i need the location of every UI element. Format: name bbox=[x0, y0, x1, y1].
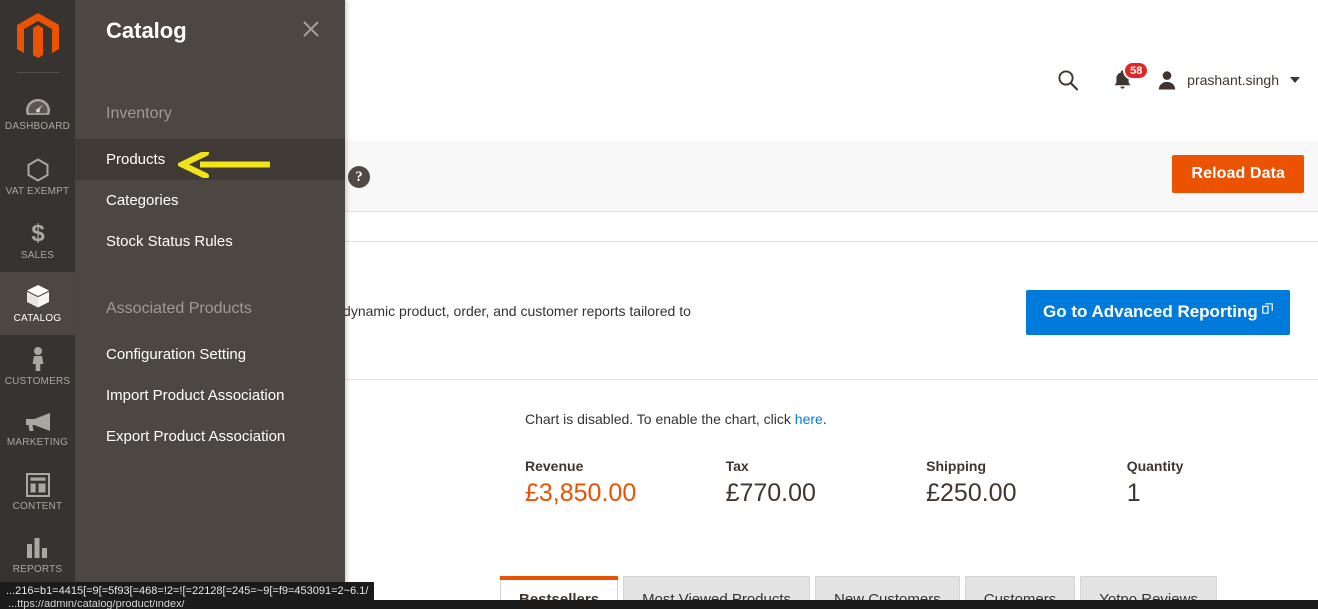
flyout-group-spacer bbox=[75, 262, 345, 280]
chart-disabled-message: Chart is disabled. To enable the chart, … bbox=[525, 411, 827, 427]
flyout-title: Catalog bbox=[106, 18, 187, 43]
sidebar-item-sales[interactable]: $ SALES bbox=[0, 209, 75, 272]
stat-tax: Tax £770.00 bbox=[726, 458, 927, 508]
layout-panel-icon bbox=[25, 473, 50, 497]
chart-disabled-prefix: Chart is disabled. To enable the chart, … bbox=[525, 411, 795, 427]
flyout-group-title-associated-products: Associated Products bbox=[106, 300, 252, 317]
sidebar-item-label: SALES bbox=[20, 250, 55, 261]
username-label: prashant.singh bbox=[1187, 72, 1279, 88]
browser-status-tooltip: ...216=b1=4415[=9[=5f93[=468=!2=![=22128… bbox=[0, 582, 375, 600]
stat-row: Revenue £3,850.00 Tax £770.00 Shipping £… bbox=[525, 458, 1265, 508]
sidebar-item-label: VAT EXEMPT bbox=[5, 186, 70, 197]
flyout-item-import-product-association[interactable]: Import Product Association bbox=[75, 375, 345, 416]
stat-value: £3,850.00 bbox=[525, 479, 637, 507]
bar-chart-icon bbox=[26, 536, 50, 560]
enable-chart-link[interactable]: here bbox=[795, 411, 823, 427]
sidebar-item-label: CONTENT bbox=[12, 501, 63, 512]
stat-label: Shipping bbox=[926, 458, 987, 474]
reload-data-button[interactable]: Reload Data bbox=[1172, 155, 1304, 193]
user-menu[interactable]: prashant.singh bbox=[1150, 69, 1300, 91]
sidebar-item-label: CUSTOMERS bbox=[4, 376, 71, 387]
chevron-down-icon bbox=[1290, 77, 1300, 83]
box-icon bbox=[25, 283, 51, 309]
catalog-flyout-panel: Catalog Inventory Products Categories St… bbox=[75, 0, 345, 609]
dashboard-gauge-icon bbox=[25, 97, 51, 117]
go-to-advanced-reporting-button[interactable]: Go to Advanced Reporting bbox=[1026, 290, 1290, 335]
chart-disabled-suffix: . bbox=[822, 411, 827, 427]
user-avatar-icon bbox=[1158, 71, 1176, 90]
stat-label: Tax bbox=[725, 458, 749, 474]
sidebar-item-customers[interactable]: CUSTOMERS bbox=[0, 335, 75, 398]
svg-text:$: $ bbox=[31, 220, 45, 246]
flyout-menu: Inventory Products Categories Stock Stat… bbox=[75, 85, 345, 457]
search-icon[interactable] bbox=[1042, 68, 1094, 92]
sidebar-item-label: CATALOG bbox=[13, 313, 62, 324]
sidebar-item-catalog[interactable]: CATALOG bbox=[0, 272, 75, 335]
question-mark-icon[interactable]: ? bbox=[348, 166, 370, 188]
person-icon bbox=[29, 346, 47, 372]
advanced-reporting-button-label: Go to Advanced Reporting bbox=[1043, 302, 1258, 321]
sidebar-item-label: DASHBOARD bbox=[4, 121, 71, 132]
stat-label: Quantity bbox=[1126, 458, 1184, 474]
flyout-item-configuration-setting[interactable]: Configuration Setting bbox=[75, 334, 345, 375]
notification-count-badge: 58 bbox=[1123, 61, 1150, 80]
sidebar-item-label: REPORTS bbox=[12, 564, 63, 575]
sidebar-item-marketing[interactable]: MARKETING bbox=[0, 398, 75, 461]
flyout-item-export-product-association[interactable]: Export Product Association bbox=[75, 416, 345, 457]
dollar-sign-icon: $ bbox=[28, 220, 48, 246]
magento-logo-icon[interactable] bbox=[0, 0, 75, 72]
sidebar-item-content[interactable]: CONTENT bbox=[0, 461, 75, 524]
stat-value: 1 bbox=[1126, 479, 1141, 507]
flyout-item-products[interactable]: Products bbox=[75, 139, 345, 180]
sidebar-item-reports[interactable]: REPORTS bbox=[0, 524, 75, 587]
sidebar-item-vat-exempt[interactable]: VAT EXEMPT bbox=[0, 146, 75, 209]
status-bar-url: ...ttps://admin/catalog/product/index/ bbox=[8, 600, 185, 609]
megaphone-icon bbox=[24, 411, 52, 433]
admin-sidebar-rail: DASHBOARD VAT EXEMPT $ SALES CATALOG CUS… bbox=[0, 0, 75, 609]
admin-app-window: 58 prashant.singh ? Reload Data d of you… bbox=[0, 0, 1318, 609]
stat-shipping: Shipping £250.00 bbox=[926, 458, 1127, 508]
close-icon[interactable] bbox=[299, 17, 323, 41]
external-link-icon bbox=[1261, 303, 1273, 317]
flyout-item-categories[interactable]: Categories bbox=[75, 180, 345, 221]
sidebar-item-dashboard[interactable]: DASHBOARD bbox=[0, 83, 75, 146]
header-icon-group: 58 prashant.singh bbox=[1042, 61, 1300, 92]
stat-value: £250.00 bbox=[926, 479, 1017, 507]
stat-quantity: Quantity 1 bbox=[1127, 458, 1265, 508]
browser-status-bar: ...ttps://admin/catalog/product/index/ bbox=[0, 600, 1318, 609]
hexagon-icon bbox=[27, 158, 49, 182]
stat-revenue: Revenue £3,850.00 bbox=[525, 458, 726, 508]
stat-value: £770.00 bbox=[725, 479, 816, 507]
sidebar-item-label: MARKETING bbox=[6, 437, 69, 448]
notifications-button[interactable]: 58 bbox=[1094, 61, 1150, 91]
rail-divider bbox=[16, 72, 59, 73]
flyout-group-title-inventory: Inventory bbox=[106, 105, 172, 122]
flyout-item-stock-status-rules[interactable]: Stock Status Rules bbox=[75, 221, 345, 262]
stat-label: Revenue bbox=[525, 458, 584, 474]
